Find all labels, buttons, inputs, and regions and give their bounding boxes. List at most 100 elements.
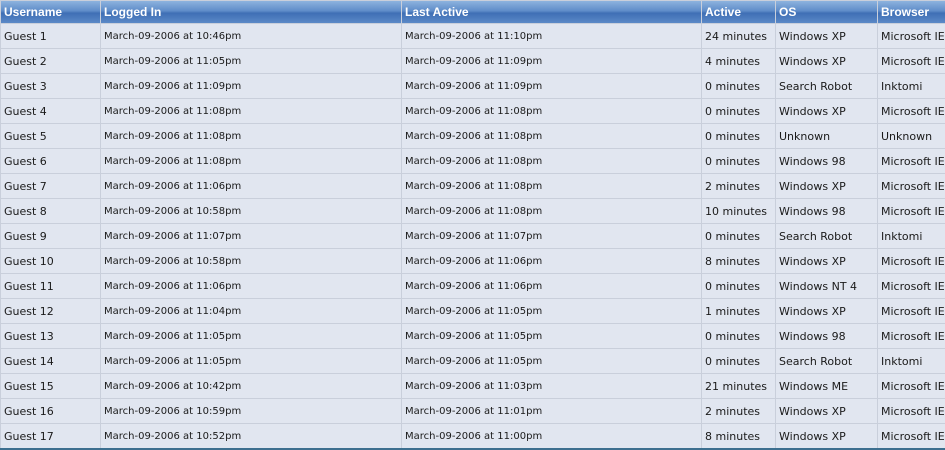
cell-last-active: March-09-2006 at 11:05pm — [402, 299, 701, 323]
cell-username[interactable]: Guest 1 — [1, 24, 100, 48]
cell-os: Unknown — [776, 124, 877, 148]
table-row: Guest 3 March-09-2006 at 11:09pm March-09-… — [1, 74, 945, 98]
cell-username[interactable]: Guest 12 — [1, 299, 100, 323]
column-header-active[interactable]: Active — [702, 1, 775, 23]
cell-username[interactable]: Guest 4 — [1, 99, 100, 123]
cell-os: Windows XP — [776, 399, 877, 423]
cell-active: 8 minutes — [702, 249, 775, 273]
cell-last-active: March-09-2006 at 11:09pm — [402, 74, 701, 98]
cell-logged-in: March-09-2006 at 10:46pm — [101, 24, 401, 48]
cell-os: Search Robot — [776, 224, 877, 248]
table-row: Guest 17 March-09-2006 at 10:52pm March-09… — [1, 424, 945, 448]
table-row: Guest 11 March-09-2006 at 11:06pm March-09… — [1, 274, 945, 298]
cell-logged-in: March-09-2006 at 11:08pm — [101, 99, 401, 123]
cell-username[interactable]: Guest 14 — [1, 349, 100, 373]
cell-browser: Unknown — [878, 124, 945, 148]
cell-last-active: March-09-2006 at 11:08pm — [402, 99, 701, 123]
cell-browser: Microsoft IE — [878, 149, 945, 173]
cell-os: Windows XP — [776, 99, 877, 123]
cell-os: Windows XP — [776, 249, 877, 273]
cell-username[interactable]: Guest 15 — [1, 374, 100, 398]
cell-active: 0 minutes — [702, 224, 775, 248]
column-header-username[interactable]: Username — [1, 1, 100, 23]
cell-browser: Microsoft IE — [878, 399, 945, 423]
cell-active: 0 minutes — [702, 149, 775, 173]
cell-username[interactable]: Guest 7 — [1, 174, 100, 198]
cell-active: 0 minutes — [702, 349, 775, 373]
cell-username[interactable]: Guest 13 — [1, 324, 100, 348]
cell-active: 0 minutes — [702, 74, 775, 98]
cell-os: Windows XP — [776, 299, 877, 323]
cell-username[interactable]: Guest 2 — [1, 49, 100, 73]
cell-browser: Inktomi — [878, 74, 945, 98]
cell-username[interactable]: Guest 17 — [1, 424, 100, 448]
cell-browser: Microsoft IE — [878, 99, 945, 123]
cell-last-active: March-09-2006 at 11:05pm — [402, 349, 701, 373]
cell-logged-in: March-09-2006 at 10:42pm — [101, 374, 401, 398]
cell-active: 2 minutes — [702, 174, 775, 198]
cell-logged-in: March-09-2006 at 10:58pm — [101, 199, 401, 223]
cell-username[interactable]: Guest 11 — [1, 274, 100, 298]
cell-last-active: March-09-2006 at 11:08pm — [402, 124, 701, 148]
cell-browser: Microsoft IE — [878, 174, 945, 198]
cell-os: Windows 98 — [776, 199, 877, 223]
cell-last-active: March-09-2006 at 11:08pm — [402, 149, 701, 173]
cell-os: Windows NT 4 — [776, 274, 877, 298]
cell-os: Search Robot — [776, 74, 877, 98]
cell-logged-in: March-09-2006 at 11:09pm — [101, 74, 401, 98]
cell-last-active: March-09-2006 at 11:09pm — [402, 49, 701, 73]
cell-os: Windows XP — [776, 424, 877, 448]
cell-active: 0 minutes — [702, 124, 775, 148]
cell-last-active: March-09-2006 at 11:06pm — [402, 274, 701, 298]
cell-username[interactable]: Guest 3 — [1, 74, 100, 98]
cell-active: 10 minutes — [702, 199, 775, 223]
table-row: Guest 7 March-09-2006 at 11:06pm March-09-… — [1, 174, 945, 198]
cell-username[interactable]: Guest 16 — [1, 399, 100, 423]
cell-browser: Microsoft IE — [878, 49, 945, 73]
cell-os: Windows XP — [776, 24, 877, 48]
cell-active: 1 minutes — [702, 299, 775, 323]
cell-browser: Microsoft IE — [878, 199, 945, 223]
online-users-table: Username Logged In Last Active Active OS… — [0, 0, 945, 449]
table-row: Guest 14 March-09-2006 at 11:05pm March-09… — [1, 349, 945, 373]
cell-username[interactable]: Guest 8 — [1, 199, 100, 223]
column-header-os[interactable]: OS — [776, 1, 877, 23]
cell-os: Windows 98 — [776, 324, 877, 348]
cell-browser: Microsoft IE — [878, 374, 945, 398]
table-row: Guest 12 March-09-2006 at 11:04pm March-09… — [1, 299, 945, 323]
table-row: Guest 13 March-09-2006 at 11:05pm March-09… — [1, 324, 945, 348]
cell-logged-in: March-09-2006 at 11:08pm — [101, 124, 401, 148]
cell-browser: Microsoft IE — [878, 424, 945, 448]
cell-last-active: March-09-2006 at 11:01pm — [402, 399, 701, 423]
cell-os: Windows XP — [776, 174, 877, 198]
cell-last-active: March-09-2006 at 11:10pm — [402, 24, 701, 48]
table-row: Guest 6 March-09-2006 at 11:08pm March-09-… — [1, 149, 945, 173]
table-row: Guest 2 March-09-2006 at 11:05pm March-09-… — [1, 49, 945, 73]
cell-os: Windows XP — [776, 49, 877, 73]
cell-logged-in: March-09-2006 at 11:06pm — [101, 274, 401, 298]
cell-logged-in: March-09-2006 at 11:04pm — [101, 299, 401, 323]
table-row: Guest 4 March-09-2006 at 11:08pm March-09-… — [1, 99, 945, 123]
table-body: Guest 1 March-09-2006 at 10:46pm March-09-… — [1, 24, 945, 448]
table-row: Guest 16 March-09-2006 at 10:59pm March-09… — [1, 399, 945, 423]
cell-username[interactable]: Guest 10 — [1, 249, 100, 273]
cell-browser: Microsoft IE — [878, 24, 945, 48]
cell-active: 0 minutes — [702, 324, 775, 348]
column-header-logged-in[interactable]: Logged In — [101, 1, 401, 23]
cell-active: 8 minutes — [702, 424, 775, 448]
cell-logged-in: March-09-2006 at 11:05pm — [101, 324, 401, 348]
cell-active: 24 minutes — [702, 24, 775, 48]
cell-logged-in: March-09-2006 at 11:07pm — [101, 224, 401, 248]
column-header-browser[interactable]: Browser — [878, 1, 945, 23]
cell-browser: Microsoft IE — [878, 324, 945, 348]
cell-last-active: March-09-2006 at 11:08pm — [402, 199, 701, 223]
cell-browser: Inktomi — [878, 224, 945, 248]
cell-logged-in: March-09-2006 at 10:58pm — [101, 249, 401, 273]
cell-browser: Microsoft IE — [878, 249, 945, 273]
cell-username[interactable]: Guest 6 — [1, 149, 100, 173]
cell-os: Windows 98 — [776, 149, 877, 173]
cell-username[interactable]: Guest 5 — [1, 124, 100, 148]
cell-logged-in: March-09-2006 at 10:52pm — [101, 424, 401, 448]
cell-username[interactable]: Guest 9 — [1, 224, 100, 248]
column-header-last-active[interactable]: Last Active — [402, 1, 701, 23]
